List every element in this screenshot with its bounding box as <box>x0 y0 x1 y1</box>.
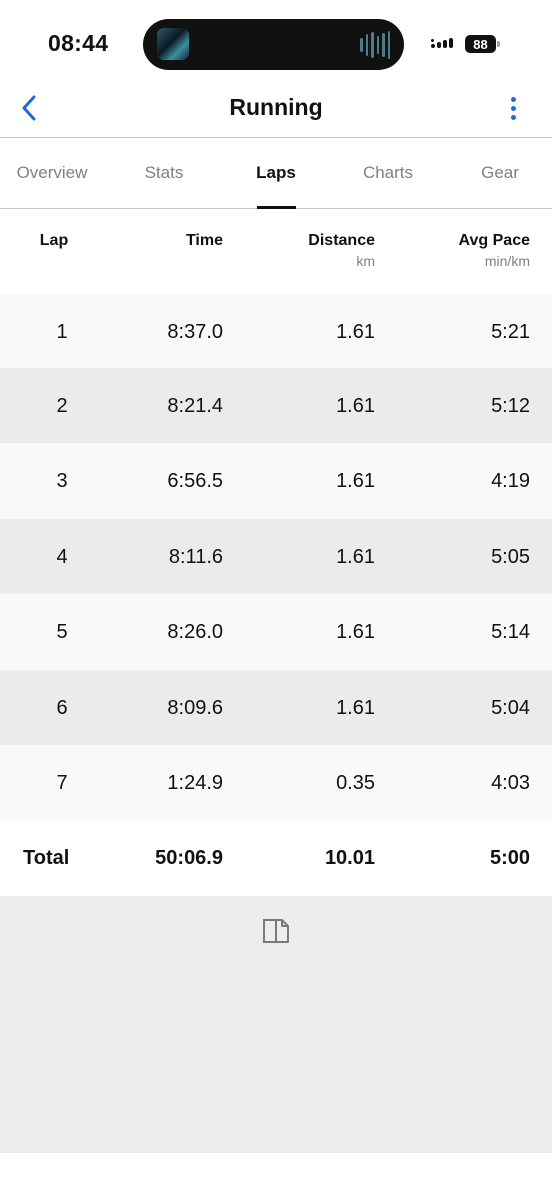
lap-number: 7 <box>56 771 68 794</box>
column-unit-avg-pace: min/km <box>484 253 530 269</box>
table-row[interactable]: 6 8:09.6 1.61 5:04 <box>0 670 552 746</box>
tab-gear[interactable]: Gear <box>448 138 552 208</box>
lap-distance: 1.61 <box>336 696 375 719</box>
lap-avg-pace: 5:04 <box>491 696 530 719</box>
table-row[interactable]: 5 8:26.0 1.61 5:14 <box>0 594 552 670</box>
footer-area <box>0 896 552 1153</box>
lap-avg-pace: 5:14 <box>491 620 530 643</box>
table-row[interactable]: 1 8:37.0 1.61 5:21 <box>0 294 552 370</box>
now-playing-artwork <box>157 28 189 60</box>
lap-distance: 1.61 <box>336 320 375 343</box>
lap-time: 8:21.4 <box>167 394 223 417</box>
lap-number: 5 <box>56 620 68 643</box>
lap-distance: 1.61 <box>336 394 375 417</box>
lap-distance: 1.61 <box>336 469 375 492</box>
more-vertical-icon <box>510 96 516 102</box>
lap-number: 6 <box>56 696 68 719</box>
total-distance: 10.01 <box>324 846 375 869</box>
active-tab-indicator <box>257 206 296 209</box>
lap-time: 6:56.5 <box>167 469 223 492</box>
lap-avg-pace: 5:05 <box>491 545 530 568</box>
tab-laps[interactable]: Laps <box>224 138 328 208</box>
lap-distance: 1.61 <box>336 545 375 568</box>
audio-waveform-icon <box>360 30 390 59</box>
lap-distance: 0.35 <box>336 771 375 794</box>
battery-tip <box>497 41 500 47</box>
status-bar: 08:44 88 <box>0 0 552 84</box>
lap-avg-pace: 5:12 <box>491 394 530 417</box>
table-row[interactable]: 2 8:21.4 1.61 5:12 <box>0 368 552 444</box>
status-time: 08:44 <box>48 30 109 56</box>
column-header-lap: Lap <box>39 232 69 249</box>
activity-tabs: Overview Stats Laps Charts Gear <box>0 138 552 209</box>
lap-time: 8:09.6 <box>167 696 223 719</box>
page-title: Running <box>229 94 323 120</box>
table-row[interactable]: 3 6:56.5 1.61 4:19 <box>0 443 552 519</box>
lap-distance: 1.61 <box>336 620 375 643</box>
lap-number: 2 <box>56 394 68 417</box>
tab-overview[interactable]: Overview <box>0 138 104 208</box>
total-label: Total <box>23 846 70 869</box>
tab-charts[interactable]: Charts <box>336 138 440 208</box>
column-header-time: Time <box>185 232 223 249</box>
lap-avg-pace: 5:21 <box>491 320 530 343</box>
lap-avg-pace: 4:19 <box>491 469 530 492</box>
laps-table-header: Lap Time Distance km Avg Pace min/km <box>0 210 552 294</box>
lap-time: 8:37.0 <box>167 320 223 343</box>
total-time: 50:06.9 <box>155 846 223 869</box>
table-row[interactable]: 4 8:11.6 1.61 5:05 <box>0 519 552 595</box>
lap-avg-pace: 4:03 <box>491 771 530 794</box>
total-avg-pace: 5:00 <box>489 846 530 869</box>
lap-time: 8:26.0 <box>167 620 223 643</box>
document-export-icon[interactable] <box>262 916 290 946</box>
column-unit-distance: km <box>356 253 375 269</box>
table-total-row: Total 50:06.9 10.01 5:00 <box>0 820 552 896</box>
cellular-signal-icon <box>431 36 457 52</box>
lap-time: 8:11.6 <box>168 545 223 568</box>
tab-stats[interactable]: Stats <box>112 138 216 208</box>
lap-number: 1 <box>56 320 68 343</box>
battery-indicator: 88 <box>465 35 496 53</box>
table-row[interactable]: 7 1:24.9 0.35 4:03 <box>0 745 552 821</box>
lap-number: 3 <box>56 469 68 492</box>
lap-time: 1:24.9 <box>167 771 223 794</box>
column-header-distance: Distance <box>308 232 375 249</box>
dynamic-island[interactable] <box>143 19 404 70</box>
navigation-bar: Running <box>0 84 552 138</box>
lap-number: 4 <box>56 545 68 568</box>
column-header-avg-pace: Avg Pace <box>458 232 530 249</box>
more-options-button[interactable] <box>500 92 526 124</box>
